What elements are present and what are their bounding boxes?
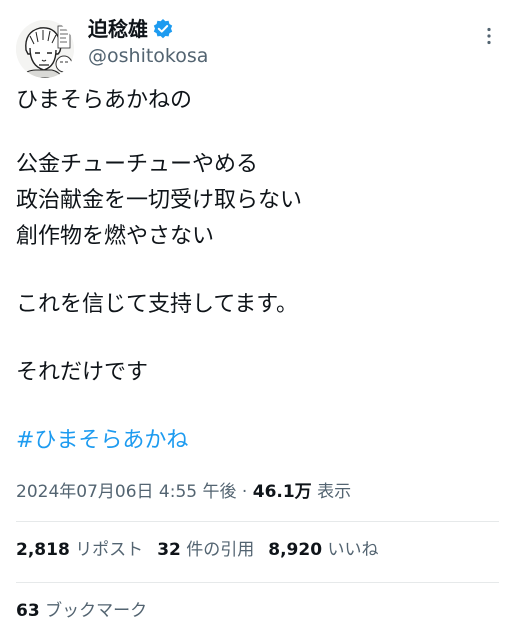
views-label: 表示	[317, 482, 352, 502]
more-options-icon[interactable]	[479, 26, 499, 46]
verified-badge-icon	[153, 19, 173, 39]
likes-label: いいね	[327, 540, 379, 560]
divider	[16, 521, 499, 522]
author-name[interactable]: 迫稔雄	[88, 16, 174, 42]
bookmarks-stat[interactable]: 63 ブックマーク	[16, 599, 147, 623]
quotes-stat[interactable]: 32 件の引用	[157, 540, 254, 560]
avatar-illustration	[16, 20, 74, 78]
author-name-text[interactable]: 迫稔雄	[88, 16, 148, 42]
divider	[16, 582, 499, 583]
tweet-text-line: 公金チューチューやめる	[16, 152, 259, 177]
reposts-count: 2,818	[16, 540, 70, 560]
engagement-stats: 2,818 リポスト 32 件の引用 8,920 いいね	[16, 538, 378, 562]
quotes-count: 32	[157, 540, 181, 560]
reposts-stat[interactable]: 2,818 リポスト	[16, 540, 143, 560]
hashtag-link[interactable]: #ひまそらあかね	[16, 426, 188, 456]
tweet-detail: 迫稔雄 @oshitokosa ひまそらあかねの 公金チューチューやめる 政治献…	[0, 0, 515, 638]
tweet-text-line: ひまそらあかねの	[16, 88, 193, 113]
tweet-meta: 2024年07月06日 4:55 午後 · 46.1万 表示	[16, 480, 351, 504]
timestamp[interactable]: 2024年07月06日 4:55 午後	[16, 482, 237, 502]
author-handle[interactable]: @oshitokosa	[88, 44, 208, 68]
tweet-text-line: 創作物を燃やさない	[16, 224, 215, 249]
reposts-label: リポスト	[75, 540, 144, 560]
views-count: 46.1万	[252, 482, 312, 502]
bookmarks-count: 63	[16, 601, 40, 621]
tweet-text-line: それだけです	[16, 360, 149, 385]
likes-count: 8,920	[268, 540, 323, 560]
meta-separator: ·	[241, 482, 248, 502]
tweet-text-line: 政治献金を一切受け取らない	[16, 188, 303, 213]
tweet-text-line: これを信じて支持してます。	[16, 292, 299, 317]
avatar[interactable]	[16, 20, 74, 78]
likes-stat[interactable]: 8,920 いいね	[268, 540, 378, 560]
quotes-label: 件の引用	[186, 540, 255, 560]
bookmarks-label: ブックマーク	[45, 601, 148, 621]
